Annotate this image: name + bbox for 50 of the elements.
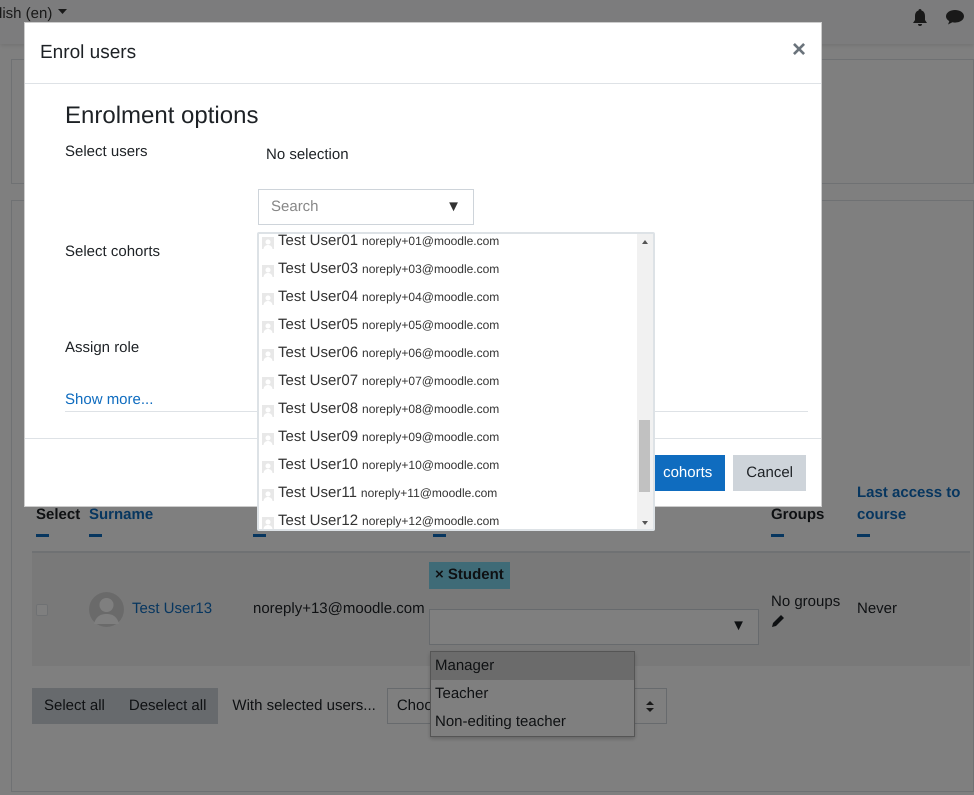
user-option[interactable]: Test User09 noreply+09@moodle.com xyxy=(262,423,637,451)
user-option[interactable]: Test User08 noreply+08@moodle.com xyxy=(262,395,637,423)
chat-icon[interactable] xyxy=(946,9,964,25)
caret-icon xyxy=(58,9,68,14)
column-header[interactable]: Surname xyxy=(89,504,245,526)
close-button[interactable]: × xyxy=(792,38,806,62)
user-option[interactable]: Test User01 noreply+01@moodle.com xyxy=(262,234,637,255)
groups-text: No groups xyxy=(771,592,840,612)
user-option[interactable]: Test User03 noreply+03@moodle.com xyxy=(262,255,637,283)
language-menu[interactable]: lish (en) xyxy=(0,3,52,26)
user-option[interactable]: Test User07 noreply+07@moodle.com xyxy=(262,367,637,395)
role-tag[interactable]: × Student xyxy=(429,562,510,588)
role-select[interactable]: ▼ xyxy=(429,608,759,644)
field-label: Select users xyxy=(65,142,148,160)
user-option[interactable]: Test User11 noreply+11@moodle.com xyxy=(262,479,637,507)
user-option[interactable]: Test User06 noreply+06@moodle.com xyxy=(262,339,637,367)
collapse-icon[interactable] xyxy=(89,534,102,537)
bulk-label: With selected users... xyxy=(232,696,376,716)
field-label: Assign role xyxy=(65,338,140,356)
cancel-button[interactable]: Cancel xyxy=(733,455,806,491)
field-label: Select cohorts xyxy=(65,242,160,260)
bell-icon[interactable] xyxy=(912,9,928,27)
collapse-icon[interactable] xyxy=(36,534,49,537)
collapse-icon[interactable] xyxy=(857,534,870,537)
user-option[interactable]: Test User05 noreply+05@moodle.com xyxy=(262,311,637,339)
search-field[interactable]: Search ▼ xyxy=(258,188,474,225)
dialog-title: Enrol users xyxy=(40,42,136,64)
role-option[interactable]: Manager xyxy=(431,652,634,680)
collapse-icon[interactable] xyxy=(771,534,784,537)
user-link[interactable]: Test User13 xyxy=(132,598,212,621)
show-more-link[interactable]: Show more... xyxy=(65,390,154,408)
user-option[interactable]: Test User04 noreply+04@moodle.com xyxy=(262,283,637,311)
user-option[interactable]: Test User12 noreply+12@moodle.com xyxy=(262,507,637,529)
pencil-icon[interactable] xyxy=(771,614,785,628)
role-option[interactable]: Non-editing teacher xyxy=(431,708,634,736)
column-header: Groups xyxy=(771,505,826,525)
select-button[interactable]: Select all xyxy=(32,688,117,724)
email-text: noreply+13@moodle.com xyxy=(253,599,425,620)
field-value: No selection xyxy=(266,144,349,165)
select-button[interactable]: Deselect all xyxy=(116,688,218,724)
sort-arrows-icon xyxy=(646,700,654,712)
scrollbar[interactable] xyxy=(637,234,653,529)
last-access-text: Never xyxy=(857,599,898,620)
column-header: Select xyxy=(36,505,81,525)
section-heading: Enrolment options xyxy=(65,102,260,131)
column-header[interactable]: Last access to course xyxy=(857,482,966,526)
role-option[interactable]: Teacher xyxy=(431,680,634,708)
collapse-icon[interactable] xyxy=(253,534,266,537)
user-option[interactable]: Test User10 noreply+10@moodle.com xyxy=(262,451,637,479)
collapse-icon[interactable] xyxy=(433,534,446,537)
